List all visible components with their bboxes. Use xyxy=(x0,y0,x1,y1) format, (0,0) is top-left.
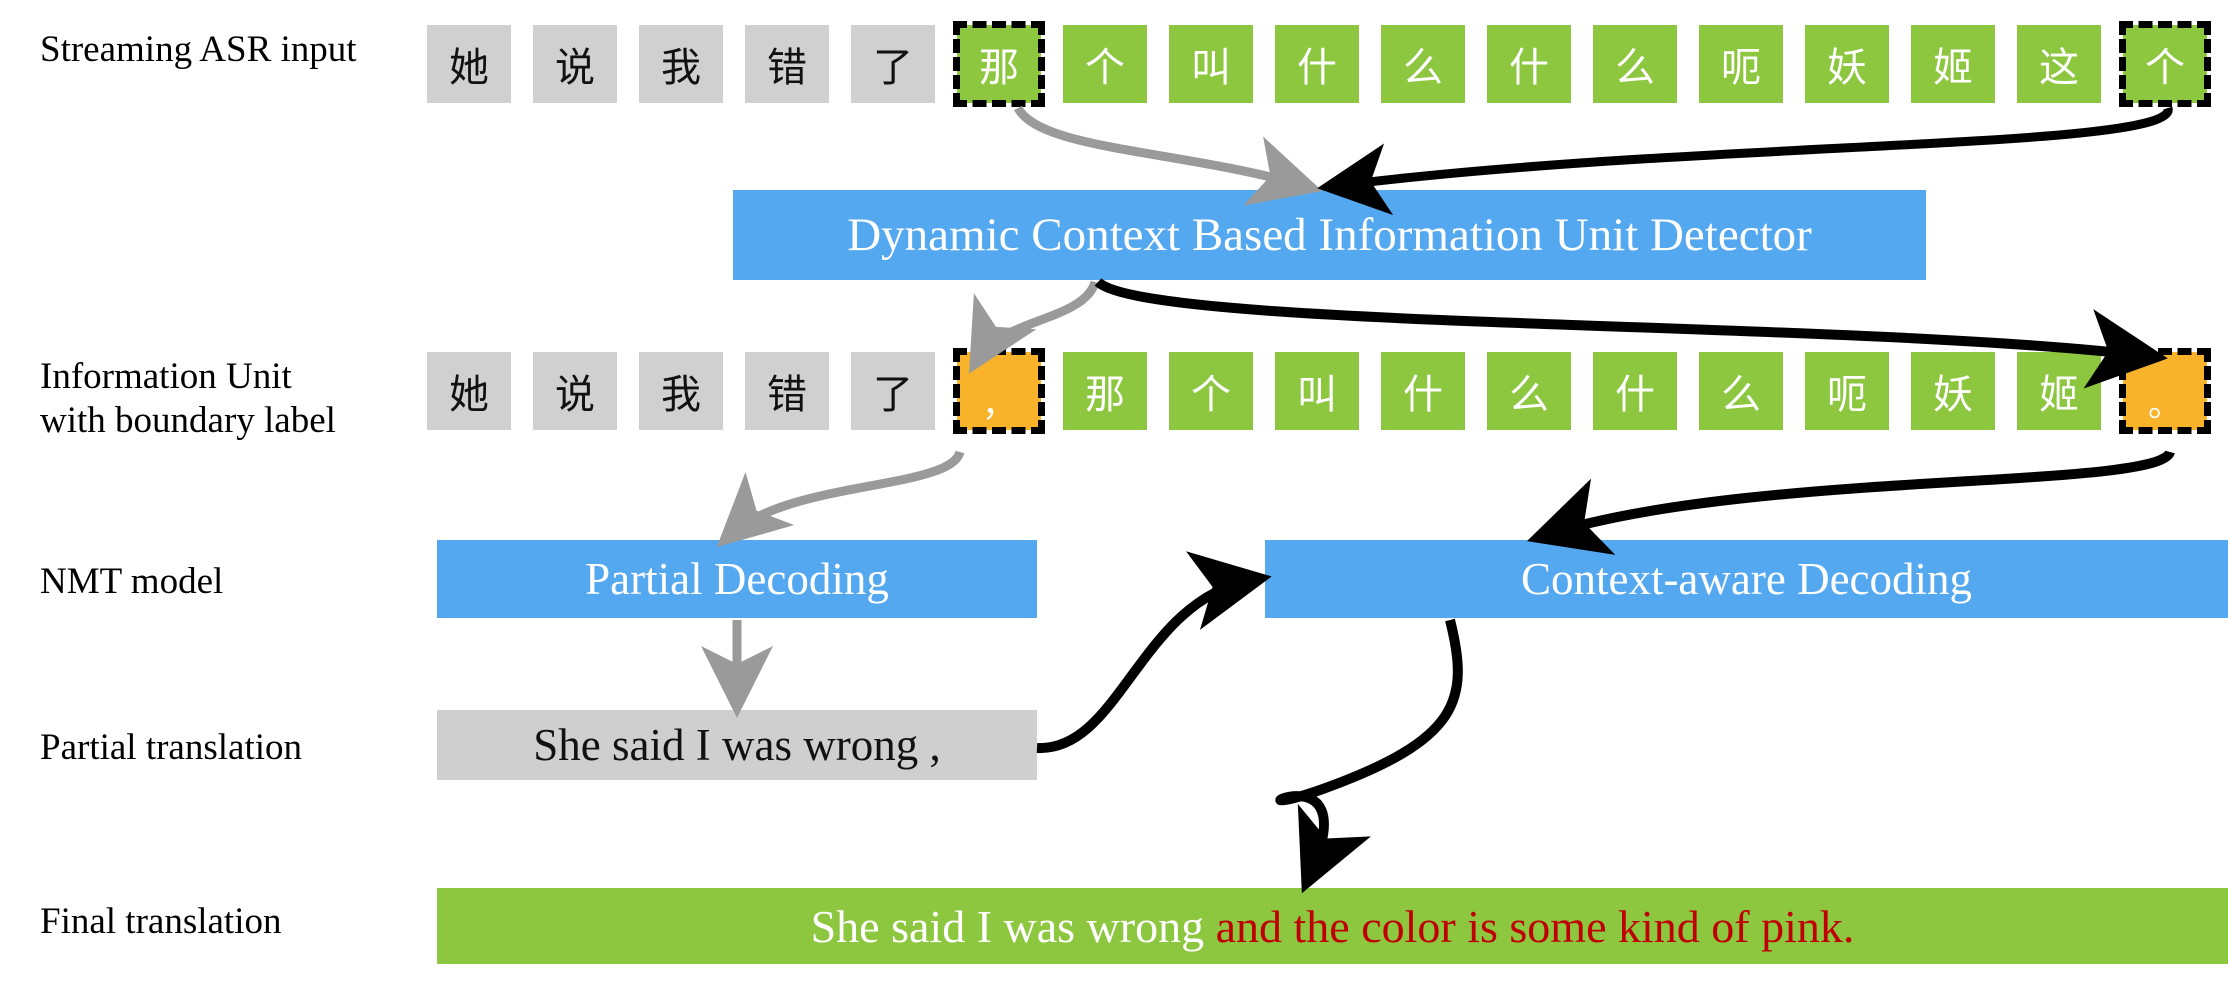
iu-token[interactable]: 什 xyxy=(1593,352,1677,430)
asr-token[interactable]: 我 xyxy=(639,25,723,103)
row-label-nmt-model: NMT model xyxy=(40,561,224,602)
dynamic-context-detector-block[interactable]: Dynamic Context Based Information Unit D… xyxy=(733,190,1926,280)
partial-decoding-block[interactable]: Partial Decoding xyxy=(437,540,1037,618)
asr-token-text: 了 xyxy=(873,45,913,91)
iu-token-text: 个 xyxy=(1191,372,1231,418)
asr-token-text: 错 xyxy=(767,45,807,91)
partial-decoding-label: Partial Decoding xyxy=(585,554,889,604)
iu-token[interactable]: ， xyxy=(953,348,1045,434)
iu-token[interactable]: 么 xyxy=(1487,352,1571,430)
arrow-partial-translation-to-context-aware-decoding xyxy=(1036,551,1272,754)
arrow-layer xyxy=(701,105,2175,894)
iu-token-text: 我 xyxy=(661,372,701,418)
diagram-canvas: Streaming ASR input Information Unit wit… xyxy=(0,0,2228,982)
arrow-detector-to-comma-unit xyxy=(968,280,1100,374)
iu-token[interactable]: 呃 xyxy=(1805,352,1889,430)
iu-token-text: 什 xyxy=(1403,372,1443,418)
row-label-partial-translation: Partial translation xyxy=(40,727,303,768)
iu-token[interactable]: 叫 xyxy=(1275,352,1359,430)
asr-token-text: 么 xyxy=(1615,45,1655,91)
asr-token[interactable]: 错 xyxy=(745,25,829,103)
iu-token-text: 什 xyxy=(1615,372,1655,418)
asr-token[interactable]: 那 xyxy=(953,21,1045,107)
iu-token[interactable]: 。 xyxy=(2119,348,2211,434)
asr-token-text: 那 xyxy=(979,45,1019,91)
asr-token[interactable]: 什 xyxy=(1487,25,1571,103)
row-label-final-translation: Final translation xyxy=(40,901,282,942)
iu-token[interactable]: 什 xyxy=(1381,352,1465,430)
asr-token-text: 个 xyxy=(1085,45,1125,91)
iu-token-text: 叫 xyxy=(1297,372,1337,418)
iu-token[interactable]: 她 xyxy=(427,352,511,430)
iu-token[interactable]: 说 xyxy=(533,352,617,430)
detector-label: Dynamic Context Based Information Unit D… xyxy=(847,209,1812,261)
asr-token-text: 妖 xyxy=(1827,45,1867,91)
iu-token[interactable]: 姬 xyxy=(2017,352,2101,430)
asr-token-text: 么 xyxy=(1403,45,1443,91)
iu-token[interactable]: 了 xyxy=(851,352,935,430)
arrow-asr-token-to-detector xyxy=(1014,105,1323,206)
iu-token-text: 错 xyxy=(767,372,807,418)
partial-translation-text: She said I was wrong , xyxy=(533,720,941,770)
iu-token[interactable]: 错 xyxy=(745,352,829,430)
asr-token[interactable]: 姬 xyxy=(1911,25,1995,103)
final-translation-text: She said I was wrong and the color is so… xyxy=(811,900,1855,953)
iu-token[interactable]: 那 xyxy=(1063,352,1147,430)
iu-token-text: 那 xyxy=(1085,372,1125,418)
row-label-streaming-asr-input: Streaming ASR input xyxy=(40,29,357,70)
iu-token-text: 姬 xyxy=(2039,372,2079,418)
iu-token-text: 说 xyxy=(555,372,595,418)
partial-translation-box: She said I was wrong , xyxy=(437,710,1037,780)
asr-token[interactable]: 她 xyxy=(427,25,511,103)
asr-token[interactable]: 个 xyxy=(1063,25,1147,103)
asr-token-text: 姬 xyxy=(1933,45,1973,91)
asr-token-text: 呃 xyxy=(1721,45,1761,91)
asr-token-text: 叫 xyxy=(1191,45,1231,91)
asr-token-text: 这 xyxy=(2039,45,2079,91)
asr-token-text: 说 xyxy=(555,45,595,91)
arrow-detector-to-period-unit xyxy=(1094,277,2168,389)
iu-token-text: 妖 xyxy=(1933,372,1973,418)
iu-token[interactable]: 妖 xyxy=(1911,352,1995,430)
iu-token[interactable]: 我 xyxy=(639,352,723,430)
arrow-period-unit-to-context-aware-decoding xyxy=(1526,449,2175,555)
asr-token[interactable]: 这 xyxy=(2017,25,2101,103)
arrow-context-aware-decoding-to-final-translation xyxy=(1275,618,1463,894)
final-translation-box: She said I was wrong and the color is so… xyxy=(437,888,2228,964)
arrow-comma-unit-to-partial-decoding xyxy=(716,450,965,548)
iu-token-text: 呃 xyxy=(1827,372,1867,418)
asr-token-text: 什 xyxy=(1509,45,1549,91)
context-aware-decoding-label: Context-aware Decoding xyxy=(1520,554,1973,604)
asr-token[interactable]: 么 xyxy=(1593,25,1677,103)
iu-token-text: 她 xyxy=(449,372,489,418)
asr-token[interactable]: 说 xyxy=(533,25,617,103)
asr-token[interactable]: 呃 xyxy=(1699,25,1783,103)
asr-token[interactable]: 妖 xyxy=(1805,25,1889,103)
asr-token-text: 她 xyxy=(449,45,489,91)
final-translation-red-part: and the color is some kind of pink. xyxy=(1215,900,1855,952)
iu-token-text: 。 xyxy=(2148,385,2182,425)
context-aware-decoding-block[interactable]: Context-aware Decoding xyxy=(1265,540,2228,618)
iu-token[interactable]: 个 xyxy=(1169,352,1253,430)
asr-token[interactable]: 了 xyxy=(851,25,935,103)
asr-token[interactable]: 什 xyxy=(1275,25,1359,103)
asr-token-text: 我 xyxy=(661,45,701,91)
asr-token-text: 什 xyxy=(1297,45,1337,91)
row-label-information-unit: Information Unit with boundary label xyxy=(40,356,336,441)
iu-token-text: 么 xyxy=(1721,372,1761,418)
arrow-asr-last-token-to-detector xyxy=(1317,106,2173,215)
iu-token-text: ， xyxy=(982,385,1016,425)
asr-token[interactable]: 个 xyxy=(2119,21,2211,107)
asr-token[interactable]: 么 xyxy=(1381,25,1465,103)
asr-token-text: 个 xyxy=(2145,45,2185,91)
final-translation-white-part: She said I was wrong xyxy=(810,900,1216,952)
iu-token[interactable]: 么 xyxy=(1699,352,1783,430)
asr-token[interactable]: 叫 xyxy=(1169,25,1253,103)
iu-token-text: 么 xyxy=(1509,372,1549,418)
iu-token-text: 了 xyxy=(873,372,913,418)
